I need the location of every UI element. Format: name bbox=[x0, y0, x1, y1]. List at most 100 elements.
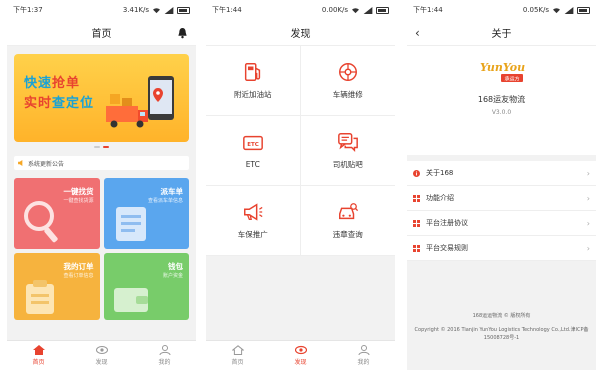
nav-bar: ‹ 关于 bbox=[407, 20, 596, 46]
status-time: 下午1:37 bbox=[13, 6, 43, 14]
home-screen: 下午1:37 3.41K/s 首页 快速抢单 实时查定位 系统更新公告 一键找货… bbox=[7, 0, 196, 370]
wallet-card[interactable]: 钱包 账户资金 bbox=[103, 253, 189, 320]
tab-mine[interactable]: 我的 bbox=[133, 341, 196, 370]
car-search-icon bbox=[338, 203, 358, 220]
tab-label: 我的 bbox=[158, 359, 171, 366]
logo-text: YunYou bbox=[480, 61, 525, 74]
card-title: 我的订单 bbox=[63, 262, 94, 271]
battery-icon bbox=[177, 6, 190, 14]
nav-bar: 发现 bbox=[206, 20, 395, 46]
insurance-promo-item[interactable]: 车保推广 bbox=[206, 186, 301, 256]
menu-item-features[interactable]: 功能介绍 › bbox=[407, 186, 596, 211]
battery-icon bbox=[376, 6, 389, 14]
card-subtitle: 查看派车单信息 bbox=[147, 198, 183, 204]
signal-icon bbox=[164, 6, 174, 14]
card-title: 派车单 bbox=[160, 187, 184, 196]
tab-discover[interactable]: 发现 bbox=[70, 341, 133, 370]
etc-card-icon: ETC bbox=[242, 135, 263, 151]
wifi-icon bbox=[553, 7, 560, 13]
nearby-gas-station-item[interactable]: 附近加油站 bbox=[206, 46, 301, 116]
network-speed: 0.05K/s bbox=[522, 6, 549, 14]
home-icon bbox=[32, 345, 45, 355]
status-bar: 下午1:37 3.41K/s bbox=[7, 0, 196, 20]
menu-item-register-agreement[interactable]: 平台注册协议 › bbox=[407, 211, 596, 236]
chevron-right-icon: › bbox=[586, 243, 590, 253]
status-time: 下午1:44 bbox=[212, 6, 242, 14]
copyright-text: Copyright © 2016 Tianjin YunYou Logistic… bbox=[414, 327, 589, 333]
vehicle-repair-item[interactable]: 车辆维修 bbox=[300, 46, 395, 116]
tab-discover[interactable]: 发现 bbox=[269, 341, 332, 370]
discover-grid: 附近加油站 车辆维修 ETC ETC 司机贴吧 车保推广 违章查询 bbox=[206, 46, 395, 256]
discover-screen: 下午1:44 0.00K/s 发现 附近加油站 车辆维修 ETC ETC 司机贴… bbox=[206, 0, 395, 370]
dispatch-card[interactable]: 派车单 查看派车单信息 bbox=[103, 178, 189, 249]
grid-icon bbox=[413, 219, 420, 227]
promo-banner[interactable]: 快速抢单 实时查定位 bbox=[14, 54, 189, 142]
notice-bar[interactable]: 系统更新公告 bbox=[14, 156, 189, 170]
tab-label: 发现 bbox=[294, 359, 307, 366]
banner-text: 查定位 bbox=[52, 96, 95, 111]
back-arrow-icon[interactable]: ‹ bbox=[415, 26, 420, 40]
page-title: 关于 bbox=[491, 29, 512, 40]
menu-label: 功能介绍 bbox=[426, 194, 454, 202]
chat-bubbles-icon bbox=[337, 133, 358, 153]
banner-text: 快速 bbox=[24, 76, 53, 91]
app-version: V3.0.0 bbox=[491, 109, 512, 116]
signal-icon bbox=[564, 6, 574, 14]
speaker-icon bbox=[18, 160, 23, 166]
app-info: YunYou 承运方 168运友物流 V3.0.0 bbox=[407, 46, 596, 155]
driver-forum-item[interactable]: 司机贴吧 bbox=[300, 116, 395, 186]
about-menu: 关于168 › 功能介绍 › 平台注册协议 › 平台交易规则 › bbox=[407, 161, 596, 261]
wifi-icon bbox=[352, 7, 359, 13]
icp-number: 15008728号-1 bbox=[483, 335, 520, 341]
item-label: 司机贴吧 bbox=[332, 160, 363, 169]
item-label: 车保推广 bbox=[237, 230, 268, 239]
tab-label: 发现 bbox=[95, 359, 108, 366]
about-screen: 下午1:44 0.05K/s ‹ 关于 YunYou 承运方 168运友物流 V… bbox=[407, 0, 596, 370]
menu-label: 平台交易规则 bbox=[426, 244, 468, 252]
item-label: 车辆维修 bbox=[332, 90, 363, 99]
yunyou-logo-icon: YunYou 承运方 bbox=[480, 61, 525, 83]
item-label: 违章查询 bbox=[332, 230, 363, 239]
menu-item-trade-rules[interactable]: 平台交易规则 › bbox=[407, 236, 596, 261]
wallet-icon bbox=[113, 288, 148, 312]
app-name: 168运友物流 bbox=[477, 95, 526, 104]
screenshot-collage: 下午1:37 3.41K/s 首页 快速抢单 实时查定位 系统更新公告 一键找货… bbox=[0, 0, 600, 370]
nav-bar: 首页 bbox=[7, 20, 196, 46]
find-goods-card[interactable]: 一键找货 一键查找货源 bbox=[14, 178, 100, 249]
tab-bar: 首页 发现 我的 bbox=[206, 340, 395, 370]
item-label: 附近加油站 bbox=[234, 90, 272, 99]
tab-home[interactable]: 首页 bbox=[206, 341, 269, 370]
fuel-pump-icon bbox=[244, 63, 260, 81]
bell-icon[interactable] bbox=[177, 27, 188, 39]
wheel-icon bbox=[338, 63, 357, 81]
my-orders-card[interactable]: 我的订单 查看订单信息 bbox=[14, 253, 100, 320]
signal-icon bbox=[363, 6, 373, 14]
card-subtitle: 查看订单信息 bbox=[63, 273, 94, 279]
menu-item-about[interactable]: 关于168 › bbox=[407, 161, 596, 186]
feature-grid: 一键找货 一键查找货源 派车单 查看派车单信息 我的订单 查看订单信息 钱包 账… bbox=[14, 178, 189, 320]
info-icon bbox=[413, 169, 420, 177]
page-title: 首页 bbox=[91, 29, 112, 40]
violation-query-item[interactable]: 违章查询 bbox=[300, 186, 395, 256]
tab-bar: 首页 发现 我的 bbox=[7, 340, 196, 370]
etc-item[interactable]: ETC ETC bbox=[206, 116, 301, 186]
battery-icon bbox=[577, 6, 590, 14]
banner-pager bbox=[7, 142, 196, 152]
chevron-right-icon: › bbox=[586, 168, 590, 178]
tab-home[interactable]: 首页 bbox=[7, 341, 70, 370]
network-speed: 0.00K/s bbox=[321, 6, 348, 14]
copyright-owner: 168运运物流 © 版权所有 bbox=[472, 313, 531, 319]
eye-icon bbox=[95, 346, 108, 354]
truck-illustration bbox=[106, 76, 174, 128]
page-title: 发现 bbox=[290, 29, 311, 40]
megaphone-icon bbox=[243, 203, 263, 221]
status-time: 下午1:44 bbox=[413, 6, 443, 14]
notice-text: 系统更新公告 bbox=[28, 160, 65, 168]
banner-text: 抢单 bbox=[52, 76, 81, 91]
network-speed: 3.41K/s bbox=[122, 6, 149, 14]
wifi-icon bbox=[153, 7, 160, 13]
tab-label: 首页 bbox=[32, 359, 45, 366]
card-subtitle: 一键查找货源 bbox=[63, 198, 94, 204]
tab-mine[interactable]: 我的 bbox=[332, 341, 395, 370]
svg-text:ETC: ETC bbox=[247, 142, 259, 148]
